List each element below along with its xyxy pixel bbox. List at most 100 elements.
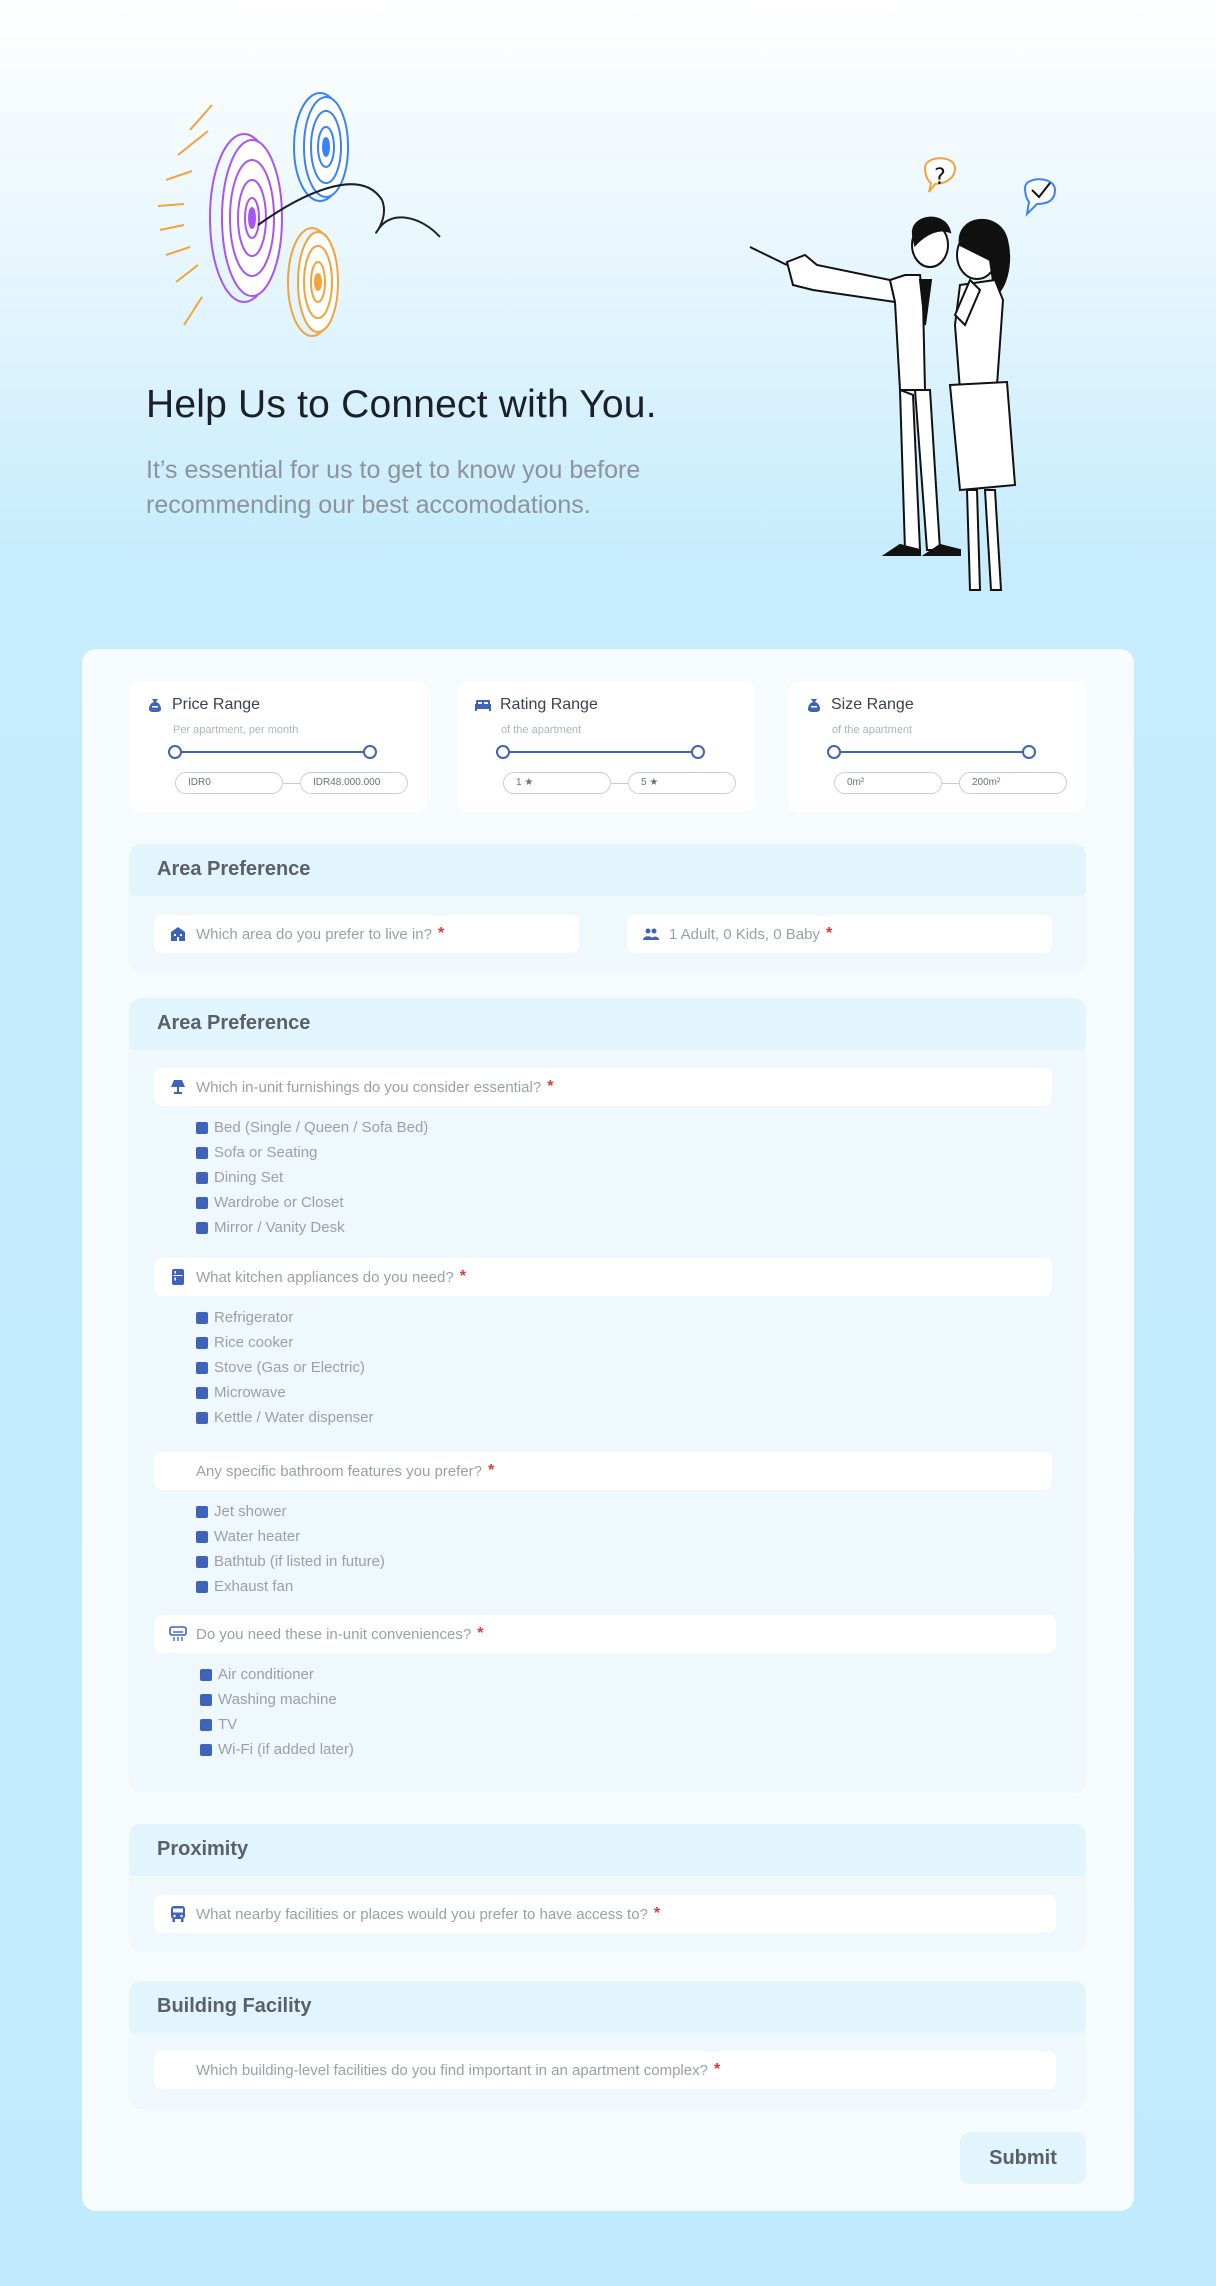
option-label: TV [218,1716,238,1733]
required-mark: * [825,925,833,942]
size-range-slider[interactable] [827,745,1036,759]
checkbox[interactable] [196,1336,208,1349]
option-label: Kettle / Water dispenser [214,1409,374,1426]
convenience-option[interactable]: Washing machine [200,1687,354,1712]
option-label: Jet shower [214,1503,287,1520]
option-label: Mirror / Vanity Desk [214,1219,345,1236]
hero-title: Help Us to Connect with You. [146,383,657,426]
price-min-input[interactable]: IDR0 [175,772,283,794]
checkbox[interactable] [196,1146,208,1159]
furnishing-option[interactable]: Sofa or Seating [196,1140,428,1165]
checkbox[interactable] [196,1311,208,1324]
checkbox[interactable] [196,1196,208,1209]
checkbox[interactable] [200,1693,212,1706]
fridge-icon [168,1267,188,1287]
kitchen-option[interactable]: Kettle / Water dispenser [196,1405,374,1430]
size-range-card: Size Range of the apartment 0m² 200m² [788,682,1086,812]
range-filters: Price Range Per apartment, per month IDR… [129,682,1086,812]
conveniences-options: Air conditioner Washing machine TV Wi-Fi… [200,1662,354,1762]
rating-min-input[interactable]: 1 ★ [503,772,611,794]
bathroom-option[interactable]: Exhaust fan [196,1574,385,1599]
kitchen-option[interactable]: Rice cooker [196,1330,374,1355]
option-label: Water heater [214,1528,301,1545]
required-mark: * [487,1462,495,1479]
price-range-subtitle: Per apartment, per month [173,724,299,736]
submit-button[interactable]: Submit [960,2132,1086,2184]
building-facility-input[interactable]: Which building-level facilities do you f… [154,2051,1056,2089]
bed-icon [475,697,491,713]
kitchen-question: What kitchen appliances do you need? * [154,1258,1052,1296]
rating-range-slider[interactable] [496,745,705,759]
price-range-slider[interactable] [168,745,377,759]
furnishing-option[interactable]: Bed (Single / Queen / Sofa Bed) [196,1115,428,1140]
furnishings-question-text: Which in-unit furnishings do you conside… [196,1078,542,1096]
option-label: Bed (Single / Queen / Sofa Bed) [214,1119,429,1136]
range-dash [942,783,959,784]
checkbox[interactable] [196,1555,208,1568]
section-title: Area Preference [129,844,1086,896]
option-label: Stove (Gas or Electric) [214,1359,365,1376]
kitchen-options: Refrigerator Rice cooker Stove (Gas or E… [196,1305,374,1430]
money-bag-icon [806,697,822,713]
checkbox[interactable] [196,1121,208,1134]
target-illustration [157,92,441,337]
area-placeholder: Which area do you prefer to live in? [196,925,432,943]
size-min-input[interactable]: 0m² [834,772,942,794]
size-max-handle[interactable] [1022,745,1036,759]
rating-range-subtitle: of the apartment [501,724,582,736]
rating-min-handle[interactable] [496,745,510,759]
kitchen-option[interactable]: Microwave [196,1380,374,1405]
option-label: Wi-Fi (if added later) [218,1741,354,1758]
size-max-input[interactable]: 200m² [959,772,1067,794]
building-facility-section: Building Facility Which building-level f… [129,1981,1086,2109]
checkbox[interactable] [200,1743,212,1756]
bathroom-question-text: Any specific bathroom features you prefe… [196,1462,482,1480]
bathroom-option[interactable]: Jet shower [196,1499,385,1524]
convenience-option[interactable]: TV [200,1712,354,1737]
rating-max-input[interactable]: 5 ★ [628,772,736,794]
rating-range-card: Rating Range of the apartment 1 ★ 5 ★ [457,682,755,812]
building-facility-placeholder: Which building-level facilities do you f… [196,2061,708,2079]
furnishing-option[interactable]: Wardrobe or Closet [196,1190,428,1215]
furnishing-option[interactable]: Dining Set [196,1165,428,1190]
area-input[interactable]: Which area do you prefer to live in? * [154,915,579,953]
price-max-input[interactable]: IDR48.000.000 [300,772,408,794]
convenience-option[interactable]: Wi-Fi (if added later) [200,1737,354,1762]
checkbox[interactable] [196,1386,208,1399]
guests-input[interactable]: 1 Adult, 0 Kids, 0 Baby * [627,915,1052,953]
checkbox[interactable] [196,1530,208,1543]
conveniences-question: Do you need these in-unit conveniences? … [154,1615,1056,1653]
bathroom-question: Any specific bathroom features you prefe… [154,1452,1052,1490]
checkbox[interactable] [196,1221,208,1234]
money-bag-icon [147,697,163,713]
checkbox[interactable] [196,1411,208,1424]
hero-subtitle: It’s essential for us to get to know you… [146,456,641,519]
size-min-handle[interactable] [827,745,841,759]
proximity-placeholder: What nearby facilities or places would y… [196,1905,648,1923]
furnishing-option[interactable]: Mirror / Vanity Desk [196,1215,428,1240]
kitchen-option[interactable]: Stove (Gas or Electric) [196,1355,374,1380]
convenience-option[interactable]: Air conditioner [200,1662,354,1687]
checkbox[interactable] [196,1580,208,1593]
price-max-handle[interactable] [363,745,377,759]
price-min-handle[interactable] [168,745,182,759]
kitchen-option[interactable]: Refrigerator [196,1305,374,1330]
proximity-input[interactable]: What nearby facilities or places would y… [154,1895,1056,1933]
bathroom-option[interactable]: Bathtub (if listed in future) [196,1549,385,1574]
required-mark: * [437,925,445,942]
conveniences-question-text: Do you need these in-unit conveniences? [196,1625,472,1643]
checkbox[interactable] [196,1361,208,1374]
rating-max-handle[interactable] [691,745,705,759]
lamp-icon [168,1077,188,1097]
option-label: Washing machine [218,1691,337,1708]
required-mark: * [713,2061,721,2078]
checkbox[interactable] [200,1718,212,1731]
checkbox[interactable] [196,1505,208,1518]
option-label: Wardrobe or Closet [214,1194,344,1211]
required-mark: * [477,1625,484,1642]
checkbox[interactable] [196,1171,208,1184]
bathroom-option[interactable]: Water heater [196,1524,385,1549]
rating-range-title: Rating Range [500,696,598,713]
checkbox[interactable] [200,1668,212,1681]
option-label: Microwave [214,1384,286,1401]
